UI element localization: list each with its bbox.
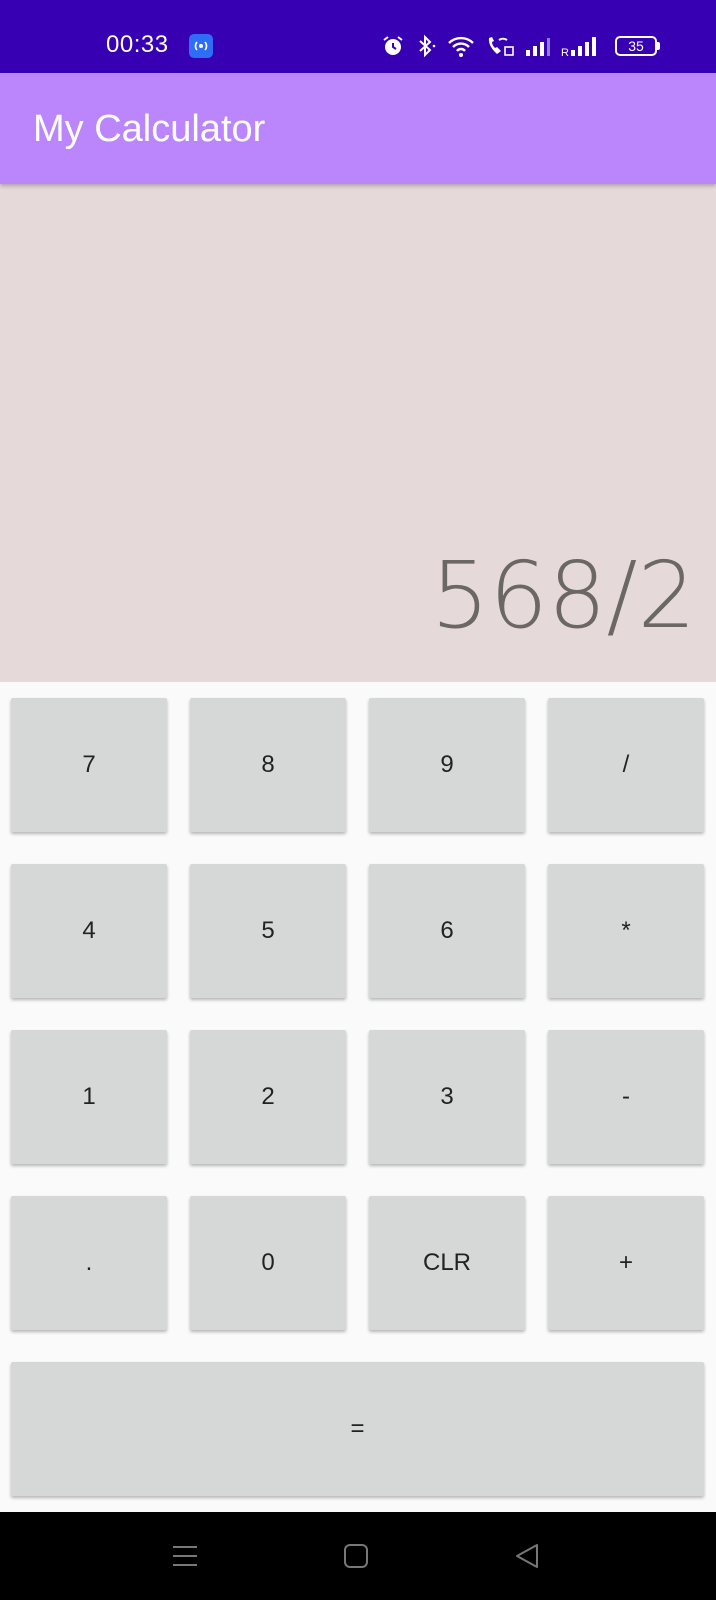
key-7[interactable]: 7 xyxy=(11,698,167,832)
key-1[interactable]: 1 xyxy=(11,1030,167,1164)
battery-tip xyxy=(657,42,660,50)
key-subtract[interactable]: - xyxy=(548,1030,704,1164)
key-0[interactable]: 0 xyxy=(190,1196,346,1330)
wifi-icon xyxy=(447,34,475,58)
key-multiply[interactable]: * xyxy=(548,864,704,998)
calculator-display: 568/2 xyxy=(0,184,716,682)
key-9[interactable]: 9 xyxy=(369,698,525,832)
status-bar: 00:33 R 35 xyxy=(0,0,716,73)
display-expression: 568/2 xyxy=(430,542,696,649)
key-equals[interactable]: = xyxy=(11,1362,704,1496)
key-decimal[interactable]: . xyxy=(11,1196,167,1330)
bluetooth-icon xyxy=(415,34,437,58)
key-divide[interactable]: / xyxy=(548,698,704,832)
key-2[interactable]: 2 xyxy=(190,1030,346,1164)
battery-icon: 35 xyxy=(615,36,660,56)
home-icon[interactable] xyxy=(342,1542,370,1575)
back-icon[interactable] xyxy=(513,1542,541,1575)
key-4[interactable]: 4 xyxy=(11,864,167,998)
menu-icon[interactable] xyxy=(171,1542,199,1575)
signal-icon xyxy=(525,34,551,58)
app-bar: My Calculator xyxy=(0,73,716,184)
svg-text:R: R xyxy=(561,47,569,58)
key-add[interactable]: + xyxy=(548,1196,704,1330)
key-6[interactable]: 6 xyxy=(369,864,525,998)
keypad: 7 8 9 / 4 5 6 * 1 2 3 - . 0 CLR + = xyxy=(0,682,716,1512)
roaming-signal-icon: R xyxy=(561,34,601,58)
alarm-icon xyxy=(381,34,405,58)
key-clear[interactable]: CLR xyxy=(369,1196,525,1330)
status-icons: R 35 xyxy=(381,32,660,60)
navigation-bar xyxy=(0,1512,716,1600)
key-5[interactable]: 5 xyxy=(190,864,346,998)
key-8[interactable]: 8 xyxy=(190,698,346,832)
hotspot-icon xyxy=(189,34,213,58)
wifi-call-icon xyxy=(485,34,515,58)
app-title: My Calculator xyxy=(33,108,266,150)
key-3[interactable]: 3 xyxy=(369,1030,525,1164)
status-time: 00:33 xyxy=(106,31,169,58)
battery-level: 35 xyxy=(615,36,657,56)
